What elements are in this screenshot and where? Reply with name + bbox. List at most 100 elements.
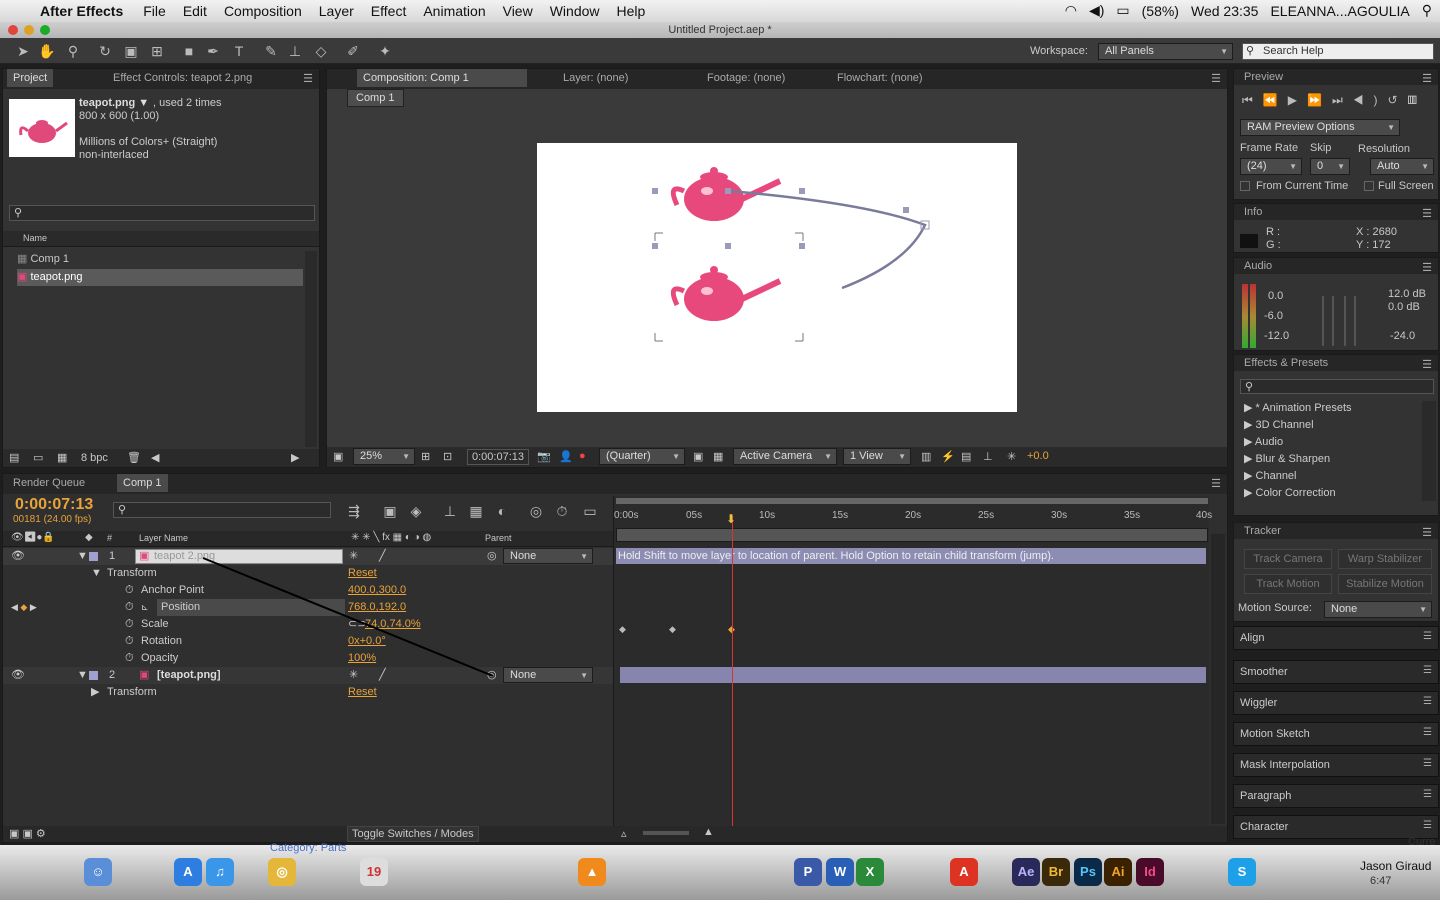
layer-switches-icon[interactable]: ▣ ▣ ⚙ (9, 827, 46, 840)
brush-tool-icon[interactable]: ✎ (262, 42, 280, 60)
panel-menu-icon[interactable]: ☰ (1422, 358, 1432, 371)
effect-category[interactable]: ▶ Channel (1244, 469, 1297, 482)
menu-help[interactable]: Help (617, 3, 646, 19)
scroll-left-icon[interactable]: ◀ (151, 451, 159, 464)
current-time-button[interactable]: 0:00:07:13 (467, 449, 529, 465)
tab-layer[interactable]: Layer: (none) (557, 69, 634, 87)
menu-view[interactable]: View (503, 3, 533, 19)
timeline-icon[interactable]: ▤ (961, 450, 971, 463)
user-name[interactable]: ELEANNA...AGOULIA (1270, 3, 1409, 19)
audio-icon[interactable]: ◀) (1353, 93, 1388, 107)
rectangle-tool-icon[interactable]: ■ (180, 42, 198, 60)
menu-layer[interactable]: Layer (319, 3, 354, 19)
panel-menu-icon[interactable]: ☰ (1422, 72, 1432, 85)
workspace-dropdown[interactable]: All Panels (1098, 43, 1233, 60)
panel-menu-icon[interactable]: ☰ (1422, 526, 1432, 539)
volume-icon[interactable]: ◀) (1089, 2, 1104, 19)
current-time-indicator[interactable] (732, 516, 733, 826)
powerpoint-icon[interactable]: P (794, 858, 822, 886)
tab-audio[interactable]: Audio (1238, 258, 1278, 274)
bridge-icon[interactable]: Br (1042, 858, 1070, 886)
footage-name[interactable]: teapot.png ▼ (79, 97, 149, 109)
itunes-icon[interactable]: ♫ (206, 858, 234, 886)
motion-sketch-panel[interactable]: Motion Sketch ☰ (1233, 722, 1439, 746)
tab-tracker[interactable]: Tracker (1238, 523, 1287, 539)
tab-footage[interactable]: Footage: (none) (701, 69, 791, 87)
panel-menu-icon[interactable]: ☰ (1422, 207, 1432, 220)
exposure-value[interactable]: +0.0 (1027, 450, 1049, 462)
comp-duration-bar[interactable] (616, 528, 1208, 542)
effect-category[interactable]: ▶ Blur & Sharpen (1244, 452, 1330, 465)
bit-depth-button[interactable]: 8 bpc (81, 452, 108, 464)
word-icon[interactable]: W (826, 858, 854, 886)
panel-menu-icon[interactable]: ☰ (1422, 261, 1432, 274)
chrome-icon[interactable]: ◎ (268, 858, 296, 886)
skype-icon[interactable]: S (1228, 858, 1256, 886)
project-item-teapot[interactable]: ▣ teapot.png (17, 269, 303, 286)
panel-menu-icon[interactable]: ☰ (303, 72, 313, 85)
first-frame-icon[interactable]: ⏮ (1242, 93, 1263, 107)
comp-breadcrumb[interactable]: Comp 1 (347, 89, 404, 107)
position-keyframe[interactable]: ◆ (619, 624, 626, 635)
indesign-icon[interactable]: Id (1136, 858, 1164, 886)
timeline-graph[interactable]: 0:00s 05s 10s 15s 20s 25s 30s 35s 40s Ho… (613, 496, 1212, 826)
region-of-interest-icon[interactable]: ▣ (693, 450, 703, 463)
stabilize-motion-button[interactable]: Stabilize Motion (1338, 574, 1432, 594)
playhead-icon[interactable]: ⬇ (726, 512, 736, 526)
safe-zones-icon[interactable]: ⊞ (421, 450, 430, 463)
exposure-icon[interactable]: ✳ (1007, 450, 1016, 463)
menu-composition[interactable]: Composition (224, 3, 302, 19)
close-window-button[interactable] (8, 25, 18, 35)
fast-previews-icon[interactable]: ⚡ (941, 450, 955, 463)
tab-effect-controls[interactable]: Effect Controls: teapot 2.png (107, 69, 258, 87)
full-screen-checkbox[interactable] (1364, 181, 1374, 191)
spotlight-icon[interactable]: ⚲ (1422, 2, 1432, 19)
trash-icon[interactable]: 🗑 (127, 451, 141, 464)
puppet-tool-icon[interactable]: ✦ (376, 42, 394, 60)
loop-icon[interactable]: ↺ (1387, 93, 1407, 107)
camera-view-dropdown[interactable]: Active Camera (733, 448, 837, 465)
column-name[interactable]: Name (23, 233, 47, 243)
tab-info[interactable]: Info (1238, 204, 1268, 220)
interpret-footage-icon[interactable]: ▤ (9, 451, 19, 464)
new-folder-icon[interactable]: ▭ (33, 451, 43, 464)
panel-menu-icon[interactable]: ☰ (1211, 477, 1221, 490)
mask-visibility-icon[interactable]: ⊡ (443, 450, 452, 463)
acrobat-icon[interactable]: A (950, 858, 978, 886)
ram-preview-options-dropdown[interactable]: RAM Preview Options (1240, 119, 1400, 136)
snapshot-icon[interactable]: 📷 (537, 450, 551, 463)
paragraph-panel[interactable]: Paragraph ☰ (1233, 784, 1439, 808)
selection-tool-icon[interactable]: ➤ (14, 42, 32, 60)
transparency-grid-icon[interactable]: ▦ (713, 450, 723, 463)
after-effects-icon[interactable]: Ae (1012, 858, 1040, 886)
layer-bar-2[interactable] (620, 667, 1206, 683)
menu-effect[interactable]: Effect (371, 3, 407, 19)
resolution-dropdown[interactable]: Auto (1370, 158, 1434, 175)
search-help-input[interactable]: Search Help (1242, 43, 1434, 60)
channel-icon[interactable]: ● (579, 450, 586, 462)
zoom-window-button[interactable] (40, 25, 50, 35)
scroll-right-icon[interactable]: ▶ (291, 451, 299, 464)
app-store-icon[interactable]: A (174, 858, 202, 886)
project-scrollbar[interactable] (305, 251, 317, 447)
minimize-window-button[interactable] (24, 25, 34, 35)
photoshop-icon[interactable]: Ps (1074, 858, 1102, 886)
camera-tool-icon[interactable]: ▣ (122, 42, 140, 60)
clock[interactable]: Wed 23:35 (1191, 3, 1258, 19)
skip-dropdown[interactable]: 0 (1310, 158, 1350, 175)
toggle-switches-modes[interactable]: Toggle Switches / Modes (347, 826, 479, 842)
tab-preview[interactable]: Preview (1238, 69, 1289, 85)
mask-interpolation-panel[interactable]: Mask Interpolation ☰ (1233, 753, 1439, 777)
view-layout-dropdown[interactable]: 1 View (843, 448, 911, 465)
clone-stamp-tool-icon[interactable]: ⊥ (286, 42, 304, 60)
panel-menu-icon[interactable]: ☰ (1211, 72, 1221, 85)
roto-brush-tool-icon[interactable]: ✐ (344, 42, 362, 60)
effect-category[interactable]: ▶ * Animation Presets (1244, 401, 1352, 414)
frame-rate-dropdown[interactable]: (24) (1240, 158, 1302, 175)
calendar-icon[interactable]: 19 (360, 858, 388, 886)
tab-composition[interactable]: Composition: Comp 1 (357, 69, 527, 87)
battery-icon[interactable]: ▭ (1116, 2, 1129, 19)
timeline-vertical-scrollbar[interactable] (1211, 534, 1225, 824)
wiggler-panel[interactable]: Wiggler ☰ (1233, 691, 1439, 715)
tab-effects-presets[interactable]: Effects & Presets (1238, 355, 1334, 371)
